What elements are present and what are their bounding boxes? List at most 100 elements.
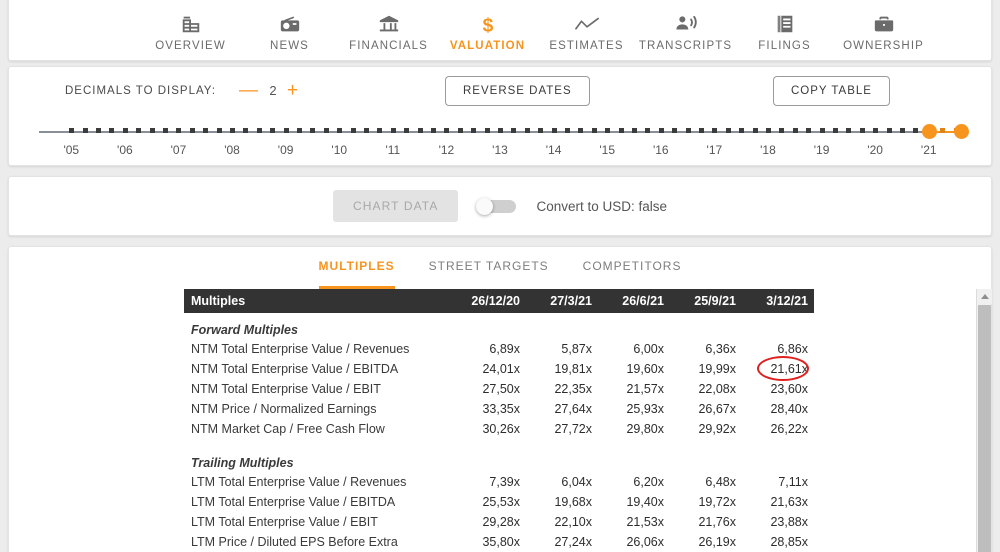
slider-tick[interactable] <box>498 128 503 133</box>
metric-value: 21,61x <box>742 356 814 381</box>
slider-tick[interactable] <box>618 128 624 133</box>
slider-tick[interactable] <box>899 128 905 133</box>
slider-tick[interactable] <box>511 128 517 133</box>
slider-tick[interactable] <box>578 128 584 133</box>
nav-item-estimates[interactable]: ESTIMATES <box>537 11 636 52</box>
reverse-dates-button[interactable]: REVERSE DATES <box>445 76 590 106</box>
slider-handle-start[interactable] <box>921 124 937 139</box>
slider-handle-end[interactable] <box>954 124 969 139</box>
slider-tick[interactable] <box>832 128 838 133</box>
slider-tick[interactable] <box>82 128 88 133</box>
slider-tick[interactable] <box>297 128 303 133</box>
slider-tick[interactable] <box>484 128 490 133</box>
nav-item-transcripts[interactable]: TRANSCRIPTS <box>636 11 735 52</box>
metric-value-text: 26,22x <box>770 422 808 436</box>
slider-tick[interactable] <box>873 128 879 133</box>
slider-tick[interactable] <box>605 128 611 133</box>
slider-tick[interactable] <box>69 128 75 133</box>
slider-tick[interactable] <box>337 128 343 133</box>
decimals-decrease-button[interactable]: — <box>232 81 266 100</box>
slider-tick[interactable] <box>350 128 356 133</box>
slider-tick[interactable] <box>390 128 396 133</box>
slider-tick[interactable] <box>431 128 436 133</box>
slider-tick[interactable] <box>591 128 597 133</box>
metric-value-text: 21,63x <box>770 495 808 509</box>
slider-tick[interactable] <box>564 128 570 133</box>
slider-tick[interactable] <box>323 128 329 133</box>
spacer-cell <box>184 439 814 446</box>
slider-tick[interactable] <box>136 128 142 133</box>
main-navigation: OVERVIEW NEWS FINANCIALS $ VALUATION ESTIMATE… <box>9 0 991 60</box>
slider-year-label: '15 <box>599 143 615 157</box>
slider-tick[interactable] <box>417 128 423 133</box>
copy-table-button[interactable]: COPY TABLE <box>773 76 890 106</box>
nav-item-filings[interactable]: FILINGS <box>735 11 834 52</box>
slider-tick[interactable] <box>404 128 410 133</box>
slider-tick[interactable] <box>886 128 892 133</box>
metric-value: 29,28x <box>454 512 526 532</box>
slider-tick[interactable] <box>752 128 758 133</box>
tab-street-targets[interactable]: STREET TARGETS <box>429 259 549 289</box>
metric-value-text: 27,64x <box>554 402 592 416</box>
table-scrollbar[interactable] <box>976 289 992 552</box>
tab-multiples[interactable]: MULTIPLES <box>318 259 395 289</box>
decimals-increase-button[interactable]: + <box>280 81 306 100</box>
metric-value-text: 19,72x <box>698 495 736 509</box>
slider-tick[interactable] <box>203 128 209 133</box>
slider-tick[interactable] <box>310 128 316 133</box>
slider-tick[interactable] <box>806 128 812 133</box>
metric-value: 6,48x <box>670 472 742 492</box>
slider-tick[interactable] <box>256 128 262 133</box>
slider-tick[interactable] <box>658 128 664 133</box>
nav-item-overview[interactable]: OVERVIEW <box>141 11 240 52</box>
nav-item-valuation[interactable]: $ VALUATION <box>438 11 537 52</box>
slider-tick[interactable] <box>913 128 919 133</box>
slider-tick[interactable] <box>444 128 450 133</box>
slider-tick[interactable] <box>457 128 463 133</box>
slider-tick[interactable] <box>377 128 383 133</box>
slider-tick[interactable] <box>149 128 155 133</box>
slider-tick[interactable] <box>846 128 852 133</box>
slider-tick[interactable] <box>189 128 195 133</box>
metric-value-text: 6,04x <box>561 475 592 489</box>
slider-tick[interactable] <box>96 128 102 133</box>
slider-tick[interactable] <box>176 128 182 133</box>
slider-tick[interactable] <box>819 128 825 133</box>
slider-tick[interactable] <box>471 128 477 133</box>
slider-tick[interactable] <box>163 128 169 133</box>
slider-tick[interactable] <box>859 128 865 133</box>
slider-tick[interactable] <box>216 128 222 133</box>
slider-tick[interactable] <box>364 128 370 133</box>
slider-tick[interactable] <box>765 128 771 133</box>
slider-tick[interactable] <box>739 128 745 133</box>
table-row: LTM Total Enterprise Value / EBITDA 25,53… <box>184 492 814 512</box>
slider-tick[interactable] <box>712 128 718 133</box>
slider-tick[interactable] <box>243 128 249 133</box>
slider-tick[interactable] <box>698 128 704 133</box>
slider-tick[interactable] <box>779 128 785 133</box>
convert-to-usd-toggle[interactable] <box>476 197 518 215</box>
scroll-up-button[interactable] <box>977 289 992 304</box>
scrollbar-thumb[interactable] <box>978 305 991 552</box>
slider-tick[interactable] <box>725 128 731 133</box>
slider-tick[interactable] <box>270 128 276 133</box>
slider-tick[interactable] <box>645 128 651 133</box>
tab-competitors[interactable]: COMPETITORS <box>583 259 682 289</box>
nav-item-news[interactable]: NEWS <box>240 11 339 52</box>
chart-data-button[interactable]: CHART DATA <box>332 190 459 222</box>
nav-item-ownership[interactable]: OWNERSHIP <box>834 11 933 52</box>
slider-tick[interactable] <box>672 128 678 133</box>
slider-tick[interactable] <box>283 128 289 133</box>
slider-tick[interactable] <box>122 128 128 133</box>
slider-tick[interactable] <box>538 128 544 133</box>
slider-tick[interactable] <box>792 128 798 133</box>
slider-tick[interactable] <box>940 128 946 133</box>
slider-tick[interactable] <box>109 128 115 133</box>
slider-tick[interactable] <box>230 128 236 133</box>
slider-tick[interactable] <box>551 128 557 133</box>
slider-tick[interactable] <box>631 128 637 133</box>
year-range-slider[interactable]: '05 '06 '07 '08 '09 '10 '11 '12 '13 '14 '15 '16 '17 '… <box>39 124 969 163</box>
nav-item-financials[interactable]: FINANCIALS <box>339 11 438 52</box>
slider-tick[interactable] <box>685 128 691 133</box>
slider-tick[interactable] <box>524 128 530 133</box>
